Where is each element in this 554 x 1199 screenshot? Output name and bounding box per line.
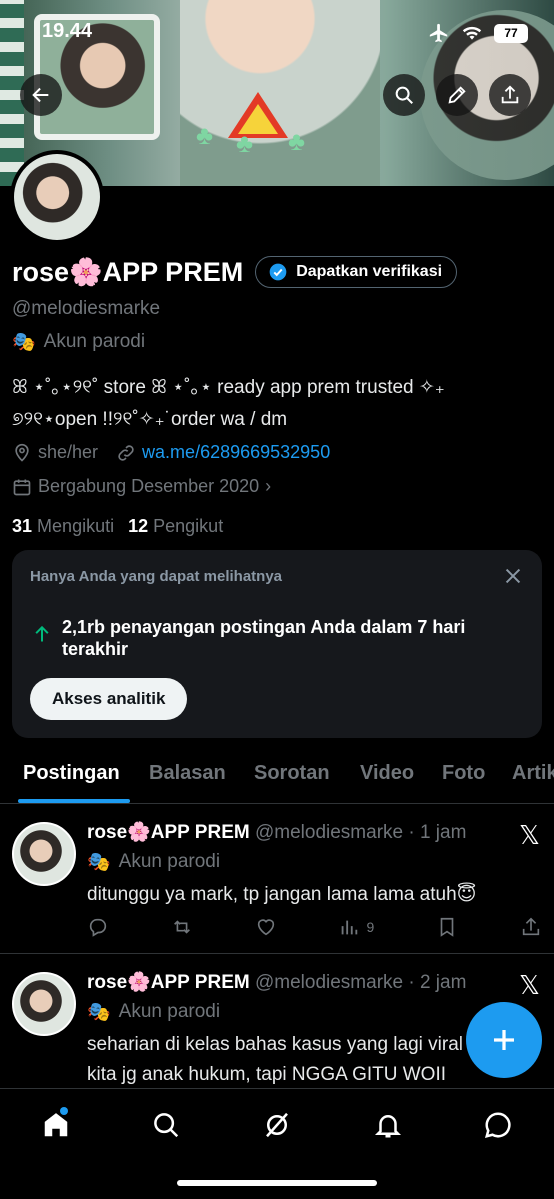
post-text: ditunggu ya mark, tp jangan lama lama at… xyxy=(87,884,477,905)
clover-icon: ♣ xyxy=(196,120,214,150)
calendar-icon xyxy=(13,479,31,495)
clover-icon: ♣ xyxy=(236,128,254,158)
post-avatar[interactable] xyxy=(12,972,76,1036)
profile-bio: ꕤ ⋆˚｡⋆୨୧˚ store ꕤ ⋆˚｡⋆ ready app prem tr… xyxy=(12,377,445,430)
close-button[interactable] xyxy=(502,565,524,592)
post-handle-time: @melodiesmarke · 1 jam xyxy=(254,822,467,843)
get-verified-label: Dapatkan verifikasi xyxy=(296,263,443,280)
share-button[interactable] xyxy=(489,74,531,116)
bookmark-button[interactable] xyxy=(436,916,458,938)
nav-search[interactable] xyxy=(146,1105,186,1145)
compose-post-button[interactable] xyxy=(466,1002,542,1078)
bookmark-icon xyxy=(440,917,454,937)
status-time: 19.44 xyxy=(42,20,93,42)
wifi-icon xyxy=(462,26,482,40)
chevron-right-icon: › xyxy=(265,476,272,496)
back-button[interactable] xyxy=(20,74,62,116)
tab-posts[interactable]: Postingan xyxy=(23,762,120,785)
plus-icon xyxy=(494,1030,514,1050)
following-count[interactable]: 31 Mengikuti xyxy=(12,516,114,537)
heart-icon xyxy=(257,919,274,936)
close-icon xyxy=(505,568,521,584)
post-item[interactable]: rose🌸APP PREM @melodiesmarke · 1 jam 𝕏 🎭… xyxy=(0,804,554,954)
home-icon xyxy=(44,1113,68,1137)
joined-date[interactable]: Bergabung Desember 2020 › xyxy=(12,476,271,497)
home-indicator xyxy=(177,1180,377,1186)
tab-video[interactable]: Video xyxy=(360,762,414,785)
airplane-mode-icon xyxy=(429,23,448,43)
tab-replies[interactable]: Balasan xyxy=(149,762,226,785)
back-arrow-icon xyxy=(32,87,49,103)
views-count: 9 xyxy=(366,919,375,935)
grok-icon xyxy=(266,1112,288,1138)
post-author-name: rose🌸APP PREM xyxy=(87,822,250,843)
analytics-caption: Hanya Anda yang dapat melihatnya xyxy=(30,568,283,585)
trend-up-icon xyxy=(32,624,52,649)
share-post-button[interactable] xyxy=(520,916,542,938)
reply-button[interactable] xyxy=(87,916,109,938)
active-tab-indicator xyxy=(18,799,130,803)
like-button[interactable] xyxy=(255,916,277,938)
theater-mask-icon: 🎭 xyxy=(87,852,111,873)
get-verified-button[interactable]: Dapatkan verifikasi xyxy=(255,256,458,288)
parody-label: 🎭 Akun parodi xyxy=(12,331,146,353)
tab-highlights[interactable]: Sorotan xyxy=(254,762,330,785)
share-icon xyxy=(501,85,519,104)
nav-grok[interactable] xyxy=(257,1105,297,1145)
tab-articles[interactable]: Artikel xyxy=(512,762,554,785)
repost-button[interactable] xyxy=(171,916,193,938)
notification-dot xyxy=(60,1107,68,1115)
x-logo-icon: 𝕏 xyxy=(519,820,540,850)
clover-icon: ♣ xyxy=(288,126,306,156)
link-icon xyxy=(118,444,134,461)
status-bar: 19.44 77 xyxy=(0,0,554,60)
parody-label: 🎭 Akun parodi xyxy=(87,1001,221,1023)
nav-notifications[interactable] xyxy=(368,1105,408,1145)
followers-count[interactable]: 12 Pengikut xyxy=(128,516,223,537)
search-icon xyxy=(395,86,413,104)
nav-messages[interactable] xyxy=(478,1105,518,1145)
post-handle-time: @melodiesmarke · 2 jam xyxy=(254,972,467,993)
repost-icon xyxy=(173,920,190,934)
profile-handle: @melodiesmarke xyxy=(12,298,161,319)
profile-name: rose🌸APP PREM xyxy=(12,257,244,287)
nav-home[interactable] xyxy=(36,1105,76,1145)
profile-link[interactable]: wa.me/6289669532950 xyxy=(116,442,330,463)
profile-avatar[interactable] xyxy=(10,150,104,244)
tab-photos[interactable]: Foto xyxy=(442,762,485,785)
bell-icon xyxy=(374,1115,402,1138)
views-chart-icon xyxy=(342,920,358,935)
analytics-stat: 2,1rb penayangan postingan Anda dalam 7 … xyxy=(62,617,466,659)
post-avatar[interactable] xyxy=(12,822,76,886)
edit-button[interactable] xyxy=(436,74,478,116)
verified-badge-icon xyxy=(269,263,287,281)
post-author-name: rose🌸APP PREM xyxy=(87,972,250,993)
profile-tabs: Postingan Balasan Sorotan Video Foto Art… xyxy=(0,752,554,804)
battery-icon: 77 xyxy=(494,23,528,43)
location-pin-icon xyxy=(15,443,29,462)
search-button[interactable] xyxy=(383,74,425,116)
share-icon xyxy=(522,917,540,936)
chat-bubble-icon xyxy=(484,1112,511,1139)
analytics-button[interactable]: Akses analitik xyxy=(30,678,188,720)
views-button[interactable]: 9 xyxy=(338,916,374,938)
analytics-card: Hanya Anda yang dapat melihatnya 2,1rb p… xyxy=(12,550,542,738)
theater-mask-icon: 🎭 xyxy=(12,332,36,353)
pencil-icon xyxy=(448,86,466,104)
search-icon xyxy=(154,1113,179,1138)
reply-icon xyxy=(89,918,107,937)
theater-mask-icon: 🎭 xyxy=(87,1002,111,1023)
pronouns: she/her xyxy=(12,442,98,463)
parody-label: 🎭 Akun parodi xyxy=(87,851,221,873)
x-logo-icon: 𝕏 xyxy=(519,970,540,1000)
